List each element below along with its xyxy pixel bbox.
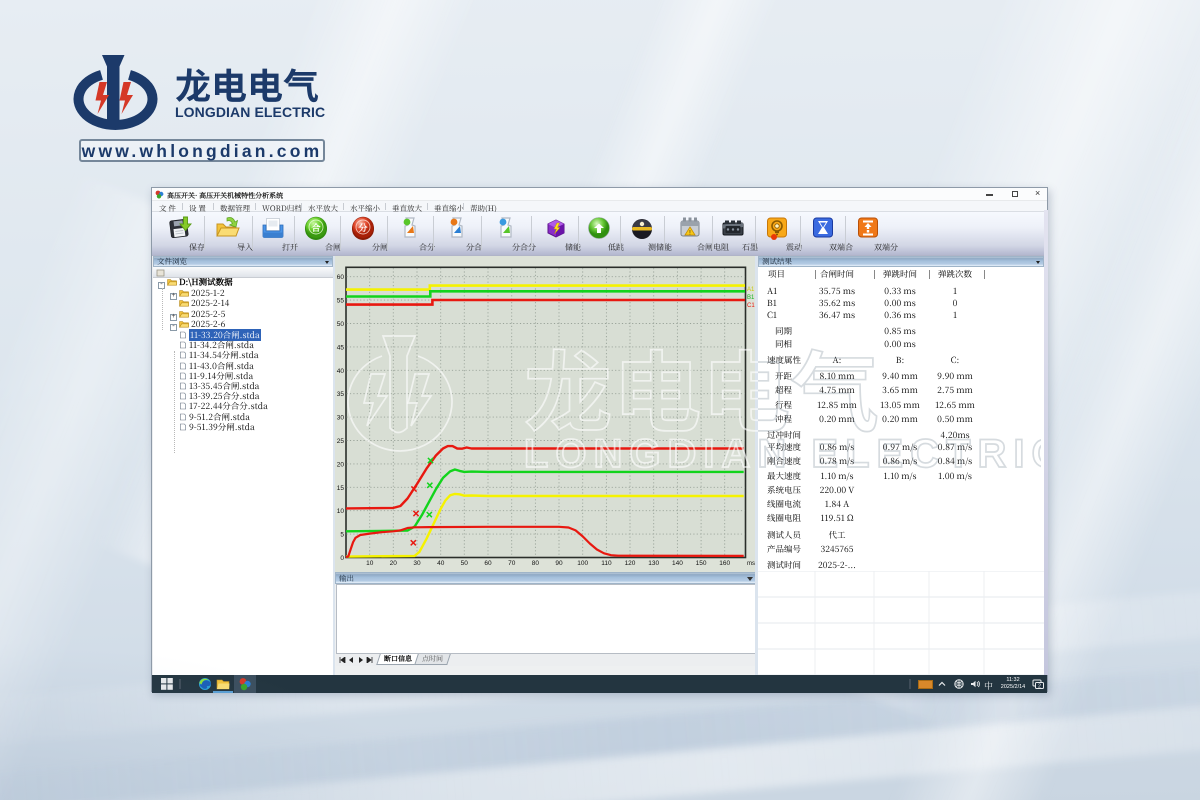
svg-text:B1: B1 [747,295,755,301]
svg-text:140: 140 [672,560,683,567]
svg-text:120: 120 [625,560,636,567]
svg-text:分: 分 [357,221,367,234]
svg-text:35: 35 [337,391,345,398]
svg-text:10: 10 [337,508,345,515]
svg-text:50: 50 [461,560,469,567]
svg-text:30: 30 [337,415,345,422]
svg-text:15: 15 [337,485,345,492]
svg-text:55: 55 [337,298,345,305]
svg-text:40: 40 [337,368,345,375]
svg-text:50: 50 [337,321,345,328]
svg-text:45: 45 [337,344,345,351]
svg-text:40: 40 [437,560,445,567]
svg-text:60: 60 [484,560,492,567]
svg-text:0: 0 [340,555,344,562]
svg-text:80: 80 [532,560,540,567]
svg-text:70: 70 [508,560,516,567]
svg-text:5: 5 [340,532,344,539]
svg-text:ms: ms [747,561,755,567]
svg-text:20: 20 [390,560,398,567]
svg-text:25: 25 [337,438,345,445]
svg-text:90: 90 [555,560,563,567]
svg-text:150: 150 [696,560,707,567]
svg-text:60: 60 [337,274,345,281]
svg-text:20: 20 [337,461,345,468]
svg-text:A1: A1 [747,287,755,293]
svg-text:10: 10 [366,560,374,567]
svg-text:110: 110 [601,560,612,567]
svg-text:2: 2 [1038,684,1041,690]
svg-text:130: 130 [648,560,659,567]
svg-text:100: 100 [577,560,588,567]
svg-text:160: 160 [719,560,730,567]
svg-text:30: 30 [413,560,421,567]
svg-text:合: 合 [311,221,320,234]
